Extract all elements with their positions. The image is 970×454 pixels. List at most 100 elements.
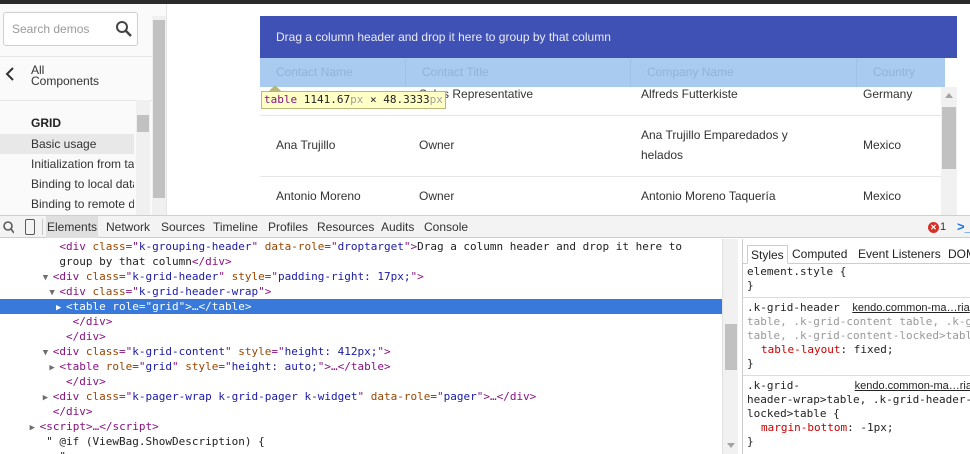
tab-resources[interactable]: Resources: [317, 216, 374, 238]
column-header-country[interactable]: Country: [856, 58, 945, 87]
cell-company-name: Alfreds Futterkiste: [641, 87, 738, 101]
tab-elements[interactable]: Elements: [46, 216, 99, 238]
cell-contact-name: Antonio Moreno: [276, 189, 361, 203]
console-drawer-icon[interactable]: >_: [957, 216, 970, 238]
nav-item-binding-local-data[interactable]: Binding to local data: [0, 174, 134, 194]
rule-source-link[interactable]: kendo.common-ma…ria: [852, 302, 969, 314]
css-rule-margin-bottom[interactable]: .k-grid- kendo.common-ma…ria header-wrap…: [743, 379, 970, 449]
dom-node[interactable]: ": [0, 449, 722, 454]
tab-profiles[interactable]: Profiles: [268, 216, 308, 238]
rule-selector-line: table, .k-grid-content-locked>table {: [747, 329, 970, 342]
search-input[interactable]: [4, 13, 116, 45]
rule-selector-line: table, .k-grid-content table, .k-gr: [747, 315, 970, 328]
grid-header-row: Contact Name Contact Title Company Name …: [260, 58, 945, 87]
sidebar-scrollbar-thumb[interactable]: [153, 20, 165, 198]
toolbar-separator: [42, 219, 43, 235]
device-mode-icon[interactable]: [25, 219, 35, 235]
dom-node[interactable]: ▶ <script>…</script>: [0, 419, 722, 434]
demo-sidebar: All Components GRID Basic usage Initiali…: [0, 4, 167, 215]
rule-close-brace: }: [747, 357, 754, 370]
tab-console[interactable]: Console: [424, 216, 468, 238]
css-declaration[interactable]: margin-bottom: -1px;: [743, 421, 970, 435]
nav-item-binding-remote-data[interactable]: Binding to remote data: [0, 194, 134, 214]
nav-item-initialization-from-table[interactable]: Initialization from table: [0, 154, 134, 174]
cell-company-name: Antonio Moreno Taquería: [641, 189, 776, 203]
rule-close-brace: }: [747, 279, 754, 292]
nav-item-basic-usage[interactable]: Basic usage: [0, 134, 134, 154]
rule-close-brace: }: [747, 435, 754, 448]
dom-node[interactable]: ▼ <div class="k-grid-content" style="heig…: [0, 344, 722, 359]
tab-timeline[interactable]: Timeline: [213, 216, 258, 238]
dom-node[interactable]: </div>: [0, 314, 722, 329]
scroll-down-arrow-icon[interactable]: [727, 443, 735, 448]
header-scroll-spacer: [945, 58, 957, 87]
sidebar-divider: [0, 100, 152, 101]
tab-event-listeners[interactable]: Event Listeners: [855, 245, 944, 264]
column-header-contact-title[interactable]: Contact Title: [405, 58, 630, 87]
dom-node[interactable]: group by that column</div>: [0, 254, 722, 269]
table-row[interactable]: Ana Trujillo Owner Ana Trujillo Empareda…: [260, 116, 941, 177]
devtools-panel: Elements Network Sources Timeline Profil…: [0, 215, 970, 454]
dom-node[interactable]: ▶ <div class="k-pager-wrap k-grid-pager k…: [0, 389, 722, 404]
dom-node[interactable]: ▼ <div class="k-grid-header" style="paddi…: [0, 269, 722, 284]
cell-company-name: Ana Trujillo Emparedados y helados: [641, 128, 788, 162]
rule-selector-line: locked>table {: [747, 407, 840, 420]
error-icon[interactable]: ✕: [928, 222, 939, 233]
css-rule-table-layout[interactable]: .k-grid-header kendo.common-ma…ria table…: [743, 301, 970, 371]
devtools-toolbar: Elements Network Sources Timeline Profil…: [0, 216, 970, 238]
rule-source-link[interactable]: kendo.common-ma…ria: [855, 380, 970, 392]
chevron-left-icon: [5, 67, 14, 81]
section-heading-grid: GRID: [31, 116, 61, 130]
cell-contact-name: Ana Trujillo: [276, 138, 336, 152]
dom-node[interactable]: ▼ <div class="k-grid-header-wrap">: [0, 284, 722, 299]
cell-country: Mexico: [863, 138, 902, 152]
grouping-drop-target[interactable]: Drag a column header and drop it here to…: [260, 16, 957, 58]
dom-node[interactable]: </div>: [0, 404, 722, 419]
dom-node[interactable]: ▶ <table role="grid" style="height: auto;…: [0, 359, 722, 374]
search-icon[interactable]: [115, 20, 133, 38]
tab-network[interactable]: Network: [106, 216, 150, 238]
nav-list-scrollbar-thumb[interactable]: [137, 115, 149, 132]
error-count[interactable]: 1: [940, 216, 946, 238]
element-size-tooltip: table 1141.67px × 48.3333px: [261, 91, 446, 109]
nav-list-scrollbar[interactable]: [136, 100, 150, 215]
scroll-up-arrow-icon[interactable]: [945, 93, 953, 98]
browser-window: All Components GRID Basic usage Initiali…: [0, 0, 970, 454]
all-components-label: All Components: [31, 63, 100, 88]
dom-node[interactable]: " @if (ViewBag.ShowDescription) {: [0, 434, 722, 449]
search-box[interactable]: [3, 12, 138, 46]
tab-computed[interactable]: Computed: [789, 245, 850, 264]
tab-audits[interactable]: Audits: [381, 216, 414, 238]
rule-divider: [743, 297, 970, 298]
tab-sources[interactable]: Sources: [161, 216, 205, 238]
table-row[interactable]: Antonio Moreno Owner Antonio Moreno Taqu…: [260, 177, 941, 215]
rule-selector: element.style {: [747, 265, 847, 278]
inspect-search-icon[interactable]: [2, 220, 14, 234]
dom-tree-scrollbar-thumb[interactable]: [725, 324, 737, 370]
element-style-rule[interactable]: element.style { }: [743, 265, 970, 293]
grid-scrollbar-thumb[interactable]: [942, 107, 956, 169]
styles-sidebar: Styles Computed Event Listeners DOM elem…: [742, 239, 970, 454]
sidebar-scrollbar[interactable]: [152, 16, 166, 215]
dom-tree-scrollbar[interactable]: [722, 239, 738, 454]
rule-divider: [743, 375, 970, 376]
cell-country: Mexico: [863, 189, 902, 203]
dom-node[interactable]: </div>: [0, 329, 722, 344]
styles-tab-bar: Styles Computed Event Listeners DOM: [743, 242, 970, 264]
kendo-grid: Drag a column header and drop it here to…: [260, 16, 957, 215]
grid-scrollbar[interactable]: [941, 87, 957, 215]
column-header-contact-name[interactable]: Contact Name: [260, 58, 405, 87]
cell-country: Germany: [863, 87, 913, 101]
tab-dom-breakpoints[interactable]: DOM: [945, 245, 970, 264]
sidebar-divider: [0, 56, 152, 57]
rule-selector-line: .k-grid-header kendo.common-ma…ria: [747, 301, 970, 314]
dom-node[interactable]: </div>: [0, 374, 722, 389]
column-header-company-name[interactable]: Company Name: [630, 58, 856, 87]
tab-styles[interactable]: Styles: [747, 245, 788, 264]
css-declaration[interactable]: table-layout: fixed;: [743, 343, 970, 357]
rule-selector-line: header-wrap>table, .k-grid-header-: [747, 393, 970, 406]
cell-contact-title: Owner: [419, 189, 455, 203]
dom-node-selected[interactable]: ▶ <table role="grid">…</table>: [0, 299, 722, 314]
dom-node[interactable]: <div class="k-grouping-header" data-role…: [0, 239, 722, 254]
all-components-link[interactable]: All Components: [0, 58, 152, 98]
